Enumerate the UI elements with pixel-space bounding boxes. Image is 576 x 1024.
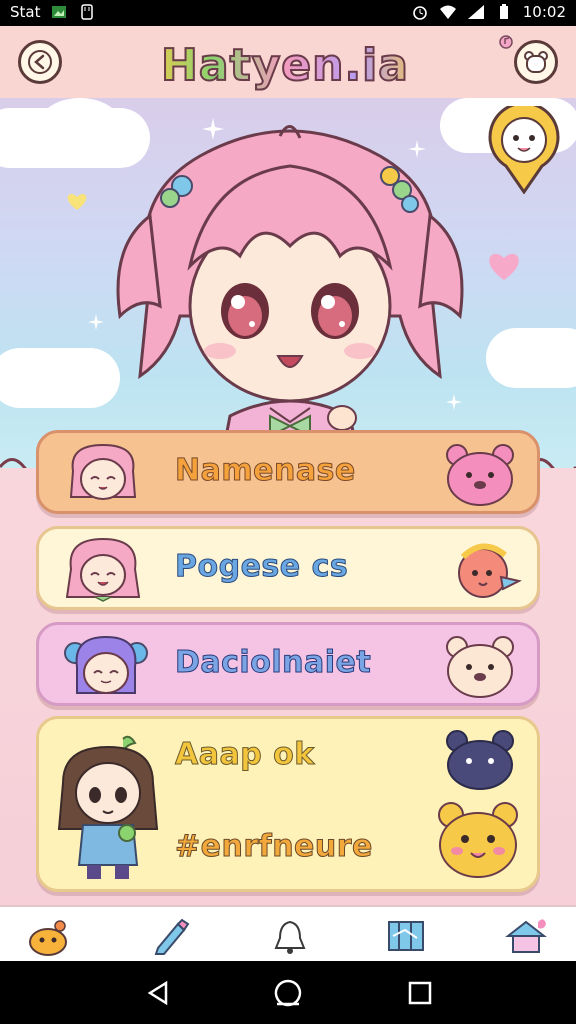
system-home-button[interactable] (272, 977, 304, 1009)
signal-icon (467, 3, 485, 21)
menu-card-label: Pogese cs (174, 549, 349, 585)
orange-bear-icon (438, 802, 518, 878)
nav-map[interactable] (384, 915, 428, 957)
app-header: Hatyen.ia TM (0, 26, 576, 110)
cloud-decoration (486, 328, 576, 388)
cloud-decoration (0, 348, 120, 408)
status-bar: Stat 10:02 (0, 0, 576, 26)
menu-card-label-top: Aaap ok (175, 737, 315, 773)
menu-card-label-bottom: #enrfneure (175, 829, 373, 865)
house-icon (505, 919, 547, 953)
menu-card-daciolnaiet[interactable]: Daciolnaiet (36, 622, 540, 706)
music-note-icon (499, 35, 513, 49)
hero-scene (0, 98, 576, 468)
system-nav-bar (0, 961, 576, 1024)
home-icon (29, 920, 67, 956)
pink-girl-avatar-icon (69, 443, 137, 500)
status-right: 10:02 (411, 3, 566, 21)
home-icon (274, 979, 302, 1007)
character-illustration (116, 125, 464, 468)
heart-icon (489, 253, 519, 280)
back-icon (147, 980, 168, 1006)
system-recents-button[interactable] (404, 977, 436, 1009)
alarm-icon (411, 3, 429, 21)
pink-bear-icon (446, 444, 514, 506)
cloud-decoration (40, 98, 120, 148)
pencil-icon (154, 918, 190, 955)
image-icon (50, 3, 68, 21)
sd-card-icon (78, 3, 96, 21)
status-time: 10:02 (522, 3, 566, 21)
recents-icon (408, 981, 432, 1005)
arrow-left-icon (28, 50, 52, 74)
menu-card-aaap[interactable]: Aaap ok #enrfneure (36, 716, 540, 892)
nav-notifications[interactable] (268, 915, 312, 957)
status-carrier-text: Stat (10, 3, 41, 21)
rainbow-creature-icon (458, 543, 522, 598)
bell-icon (274, 920, 306, 954)
menu-card-namenase[interactable]: Namenase (36, 430, 540, 514)
app-logo: Hatyen.ia (140, 39, 430, 92)
wifi-icon (439, 3, 457, 21)
back-button[interactable] (18, 40, 62, 84)
cream-bear-icon (446, 636, 514, 698)
battery-icon (495, 3, 513, 21)
menu-card-label: Daciolnaiet (174, 645, 372, 681)
bear-face-icon (524, 51, 548, 73)
pink-girl-smile-avatar-icon (65, 537, 141, 602)
system-back-button[interactable] (142, 977, 174, 1009)
profile-button[interactable] (514, 40, 558, 84)
bottom-nav (0, 905, 576, 963)
map-icon (388, 921, 424, 951)
menu-card-label: Namenase (175, 453, 356, 489)
nav-home[interactable] (26, 915, 70, 957)
sparkle-icon (88, 314, 104, 330)
menu-card-pogese[interactable]: Pogese cs (36, 526, 540, 610)
purple-girl-avatar-icon (64, 635, 148, 694)
nav-house[interactable] (504, 915, 548, 957)
mascot-badge-icon[interactable] (484, 106, 564, 194)
status-left: Stat (10, 3, 96, 21)
navy-bear-icon (446, 730, 514, 790)
brown-hair-character-icon (57, 735, 159, 879)
nav-edit[interactable] (148, 915, 192, 957)
heart-icon (67, 193, 87, 210)
